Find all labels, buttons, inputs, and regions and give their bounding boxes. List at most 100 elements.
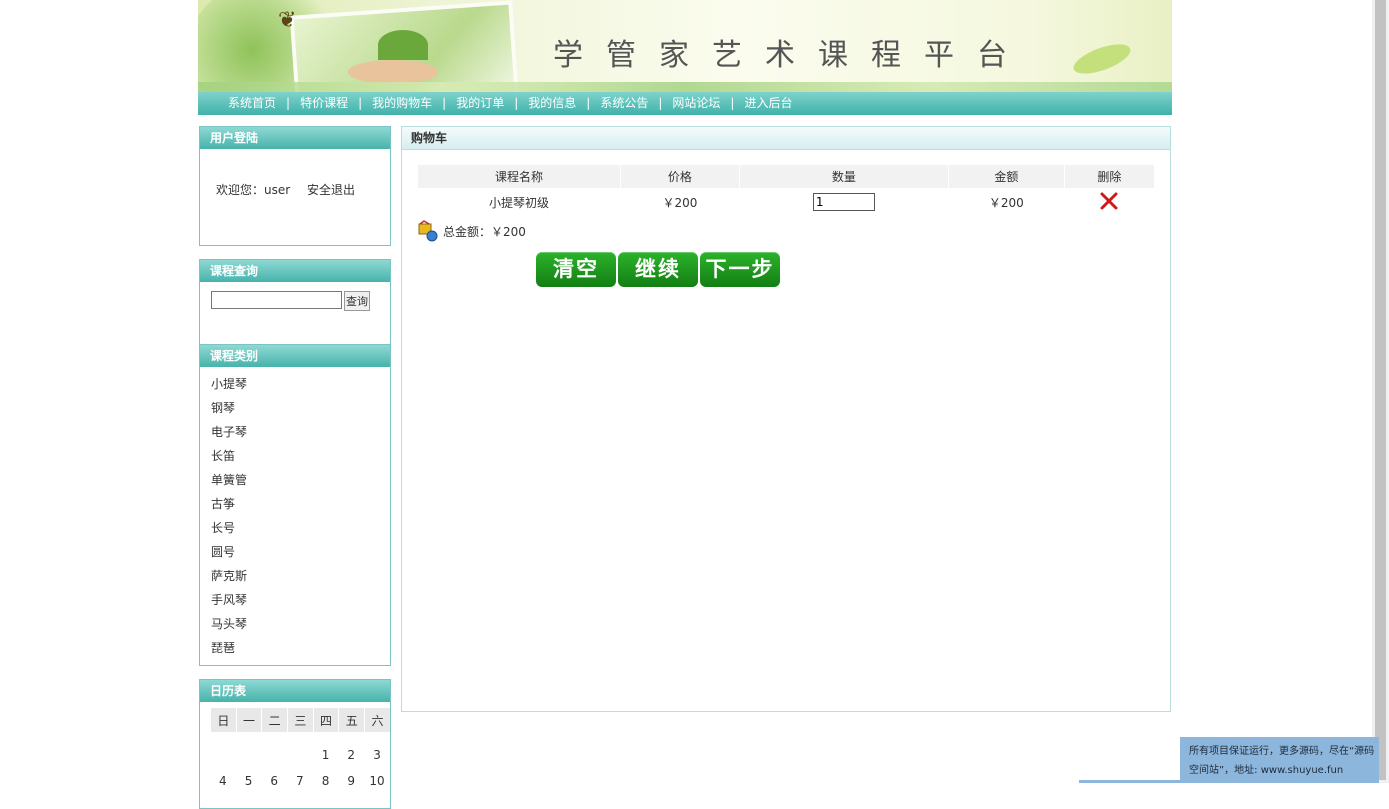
notice-line-2: 空间站”，地址: www.shuyue.fun	[1189, 765, 1344, 776]
col-quantity: 数量	[738, 165, 949, 188]
cart-icon	[417, 220, 439, 242]
calendar-day	[261, 742, 287, 768]
category-link[interactable]: 电子琴	[211, 425, 247, 439]
category-link[interactable]: 马头琴	[211, 617, 247, 631]
list-item: 马头琴	[200, 613, 390, 637]
list-item: 电子琴	[200, 421, 390, 445]
nav-home[interactable]: 系统首页	[228, 96, 276, 110]
cart-actions: 清空 继续 下一步	[536, 252, 782, 287]
weekday-header: 三	[287, 708, 313, 732]
calendar-day[interactable]: 3	[364, 742, 390, 768]
category-link[interactable]: 萨克斯	[211, 569, 247, 583]
banner-sprout	[378, 30, 428, 60]
top-nav: 系统首页 | 特价课程 | 我的购物车 | 我的订单 | 我的信息 | 系统公告 | 网站论坛 | 进入后台	[198, 92, 1172, 115]
col-course-name: 课程名称	[417, 165, 621, 188]
notice-line-1: 所有项目保证运行，更多源码，尽在“源码	[1189, 746, 1375, 757]
next-step-button[interactable]: 下一步	[700, 252, 780, 287]
category-link[interactable]: 琵琶	[211, 641, 235, 655]
calendar-day[interactable]: 2	[338, 742, 364, 768]
category-link[interactable]: 古筝	[211, 497, 235, 511]
banner-hand	[348, 60, 438, 84]
nav-separator: |	[514, 96, 519, 110]
site-title: 学管家艺术课程平台	[553, 38, 1030, 73]
quantity-input[interactable]	[812, 193, 875, 211]
continue-shopping-button[interactable]: 继续	[618, 252, 698, 287]
nav-separator: |	[358, 96, 363, 110]
nav-admin[interactable]: 进入后台	[744, 96, 792, 110]
calendar-day[interactable]: 4	[210, 768, 236, 794]
calendar-day[interactable]: 1	[313, 742, 339, 768]
search-box-title: 课程查询	[200, 260, 390, 282]
nav-forum[interactable]: 网站论坛	[672, 96, 720, 110]
banner: ❦ 学管家艺术课程平台	[198, 0, 1172, 92]
calendar-day[interactable]: 10	[364, 768, 390, 794]
nav-my-orders[interactable]: 我的订单	[456, 96, 504, 110]
calendar-day[interactable]: 7	[287, 768, 313, 794]
category-link[interactable]: 钢琴	[211, 401, 235, 415]
cart-total: 总金额：￥200	[417, 215, 526, 242]
category-box-title: 课程类别	[200, 345, 390, 367]
list-item: 古筝	[200, 493, 390, 517]
banner-leaf-right	[1070, 38, 1134, 80]
calendar-day[interactable]: 9	[338, 768, 364, 794]
list-item: 单簧管	[200, 469, 390, 493]
vertical-scrollbar[interactable]	[1372, 0, 1389, 783]
cart-item-amount: ￥200	[988, 195, 1024, 210]
cart-title: 购物车	[402, 127, 1170, 150]
nav-my-info[interactable]: 我的信息	[528, 96, 576, 110]
list-item: 长号	[200, 517, 390, 541]
cart-item-price: ￥200	[662, 195, 698, 210]
nav-separator: |	[730, 96, 735, 110]
col-delete: 删除	[1063, 165, 1154, 188]
total-value: ￥200	[491, 225, 526, 239]
calendar-day[interactable]: 8	[313, 768, 339, 794]
list-item: 琵琶	[200, 637, 390, 661]
category-link[interactable]: 手风琴	[211, 593, 247, 607]
login-box-title: 用户登陆	[200, 127, 390, 149]
course-search-input[interactable]	[211, 291, 342, 309]
table-row: 小提琴初级 ￥200 ￥200	[418, 188, 1155, 216]
list-item: 小提琴	[200, 373, 390, 397]
weekday-header: 二	[261, 708, 288, 732]
list-item: 萨克斯	[200, 565, 390, 589]
calendar-box: 日历表 日 一 二 三 四 五 六 1 2 3 4 5 6 7 8 9 10	[199, 679, 391, 809]
table-header-row: 课程名称 价格 数量 金额 删除	[417, 165, 1154, 188]
logout-link[interactable]: 安全退出	[307, 181, 355, 198]
calendar-day	[236, 742, 262, 768]
list-item: 手风琴	[200, 589, 390, 613]
weekday-header: 日	[210, 708, 236, 732]
category-box: 课程类别 小提琴 钢琴 电子琴 长笛 单簧管 古筝 长号 圆号 萨克斯 手风琴 …	[199, 344, 391, 666]
welcome-text: 欢迎您：user	[216, 183, 291, 197]
nav-separator: |	[658, 96, 663, 110]
clear-cart-button[interactable]: 清空	[536, 252, 616, 287]
calendar-day[interactable]: 6	[261, 768, 287, 794]
col-price: 价格	[619, 165, 740, 188]
category-link[interactable]: 长号	[211, 521, 235, 535]
category-link[interactable]: 长笛	[211, 449, 235, 463]
nav-announcements[interactable]: 系统公告	[600, 96, 648, 110]
category-link[interactable]: 小提琴	[211, 377, 247, 391]
col-amount: 金额	[947, 165, 1065, 188]
nav-separator: |	[286, 96, 291, 110]
weekday-header: 六	[364, 708, 390, 732]
cart-item-name: 小提琴初级	[488, 195, 549, 210]
list-item: 圆号	[200, 541, 390, 565]
source-notice: 所有项目保证运行，更多源码，尽在“源码 空间站”，地址: www.shuyue.…	[1180, 737, 1379, 783]
weekday-header: 四	[312, 708, 339, 732]
calendar-day	[287, 742, 313, 768]
nav-my-cart[interactable]: 我的购物车	[372, 96, 432, 110]
category-link[interactable]: 单簧管	[211, 473, 247, 487]
weekday-header: 五	[338, 708, 365, 732]
category-list: 小提琴 钢琴 电子琴 长笛 单簧管 古筝 长号 圆号 萨克斯 手风琴 马头琴 琵…	[200, 367, 390, 665]
scrollbar-thumb[interactable]	[1375, 0, 1386, 780]
calendar-box-title: 日历表	[200, 680, 390, 702]
nav-separator: |	[586, 96, 591, 110]
delete-icon[interactable]	[1100, 192, 1118, 213]
calendar-day[interactable]: 5	[236, 768, 262, 794]
category-link[interactable]: 圆号	[211, 545, 235, 559]
calendar-table: 日 一 二 三 四 五 六 1 2 3 4 5 6 7 8 9 10	[210, 708, 390, 794]
nav-special-courses[interactable]: 特价课程	[300, 96, 348, 110]
cart-table: 课程名称 价格 数量 金额 删除 小提琴初级 ￥200 ￥200	[417, 165, 1154, 216]
search-button[interactable]: 查询	[344, 291, 370, 311]
calendar-day	[210, 742, 236, 768]
